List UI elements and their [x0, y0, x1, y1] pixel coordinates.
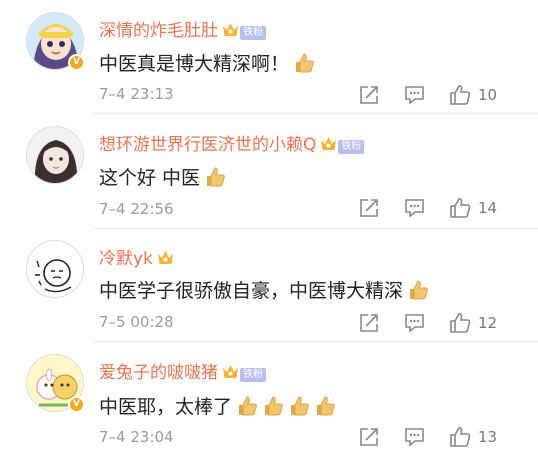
- share-icon[interactable]: [359, 313, 379, 333]
- timestamp: 7–4 23:13: [99, 85, 174, 103]
- crown-icon: [223, 23, 238, 36]
- comment-text-line: 中医耶，太棒了: [99, 392, 336, 419]
- comment-item: 想环游世界行医济世的小赖Q 铁粉 这个好 中医 7–4 22:56 14: [0, 114, 538, 228]
- fan-tag: 铁粉: [240, 368, 266, 382]
- crown-icon: [321, 137, 337, 150]
- avatar[interactable]: [26, 240, 84, 298]
- comment-text: 中医学子很骄傲自豪，中医博大精深: [99, 280, 404, 302]
- like-count: 12: [478, 314, 498, 332]
- like-icon[interactable]: [449, 197, 471, 219]
- comment-feed: 深情的炸毛肚肚铁粉 中医真是博大精深啊！ 7–4 23:13 10 想环游世界行…: [0, 0, 538, 470]
- comment-text: 这个好 中医: [99, 167, 201, 189]
- comment-icon[interactable]: [404, 85, 425, 105]
- fan-tag: 铁粉: [338, 140, 365, 154]
- comment-item: 爱兔子的啵啵猪 铁粉 中医耶，太棒了 7–4 23:04 13: [0, 342, 538, 470]
- comment-icon[interactable]: [404, 198, 425, 218]
- username[interactable]: 想环游世界行医济世的小赖Q: [99, 135, 316, 155]
- comment-item: 冷默yk 中医学子很骄傲自豪，中医博大精深 7–5 00:28 12: [0, 229, 538, 341]
- comment-icon[interactable]: [404, 313, 425, 333]
- like-count: 14: [478, 199, 498, 217]
- comment-text: 中医耶，太棒了: [99, 396, 233, 418]
- verified-badge-icon: [68, 54, 85, 71]
- username-link[interactable]: 冷默yk: [99, 244, 174, 269]
- like-icon[interactable]: [449, 312, 471, 334]
- username-link[interactable]: 爱兔子的啵啵猪 铁粉: [99, 358, 266, 383]
- thumbs-up-emoji: [410, 280, 428, 300]
- timestamp: 7–4 22:56: [99, 200, 174, 218]
- thumbs-up-emoji: [291, 396, 309, 416]
- thumbs-up-emoji: [317, 396, 335, 416]
- like-count: 10: [478, 86, 498, 104]
- share-icon[interactable]: [359, 427, 379, 447]
- comment-icon[interactable]: [404, 427, 425, 447]
- avatar[interactable]: [26, 126, 84, 184]
- timestamp: 7–5 00:28: [99, 313, 174, 331]
- username-link[interactable]: 深情的炸毛肚肚 铁粉: [99, 16, 266, 41]
- share-icon[interactable]: [359, 198, 379, 218]
- crown-icon: [223, 365, 238, 378]
- like-icon[interactable]: [449, 426, 471, 448]
- timestamp: 7–4 23:04: [99, 428, 174, 446]
- username[interactable]: 冷默yk: [99, 249, 153, 269]
- username[interactable]: 深情的炸毛肚肚: [99, 21, 218, 41]
- verified-badge-icon: [68, 396, 85, 413]
- thumbs-up-emoji: [265, 396, 283, 416]
- fan-tag: 铁粉: [240, 26, 266, 40]
- comment-item: 深情的炸毛肚肚 铁粉 中医真是博大精深啊！ 7–4 23:13 10: [0, 0, 538, 113]
- comment-text-line: 中医真是博大精深啊！: [99, 49, 315, 76]
- thumbs-up-emoji: [239, 396, 257, 416]
- comment-text: 中医真是博大精深啊！: [99, 53, 290, 75]
- thumbs-up-emoji: [296, 53, 314, 73]
- username-link[interactable]: 想环游世界行医济世的小赖Q 铁粉: [99, 130, 365, 155]
- like-count: 13: [478, 428, 498, 446]
- share-icon[interactable]: [359, 85, 379, 105]
- crown-icon: [157, 251, 173, 264]
- username[interactable]: 爱兔子的啵啵猪: [99, 363, 218, 383]
- comment-text-line: 这个好 中医: [99, 163, 226, 190]
- thumbs-up-emoji: [207, 167, 225, 187]
- comment-text-line: 中医学子很骄傲自豪，中医博大精深: [99, 276, 429, 303]
- like-icon[interactable]: [449, 84, 471, 106]
